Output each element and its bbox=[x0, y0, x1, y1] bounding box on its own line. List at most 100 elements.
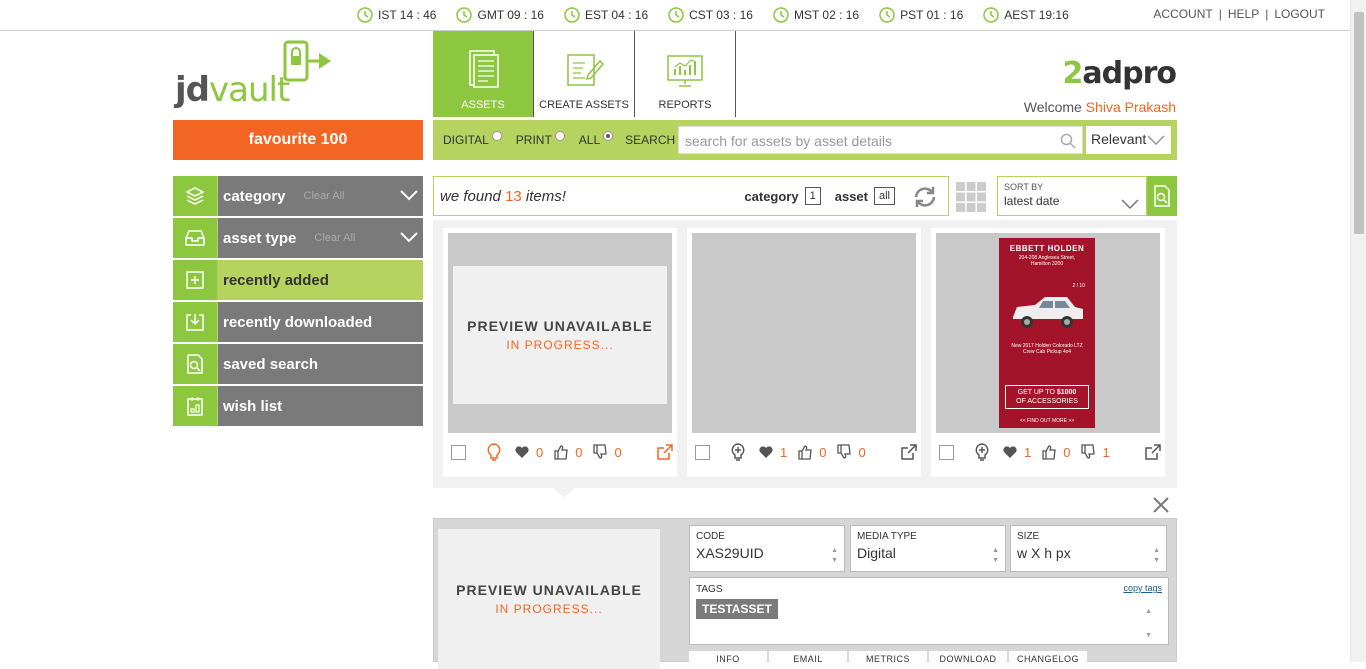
logout-link[interactable]: LOGOUT bbox=[1274, 7, 1325, 21]
category-filter-value[interactable]: 1 bbox=[804, 187, 821, 205]
asset-filter-value[interactable]: all bbox=[873, 187, 895, 205]
asset-thumbnail[interactable]: EBBETT HOLDEN 204-208 Anglesea Street, H… bbox=[936, 233, 1160, 433]
asset-thumbnail[interactable] bbox=[692, 233, 916, 433]
detail-preview: PREVIEW UNAVAILABLE IN PROGRESS... bbox=[438, 529, 660, 669]
sidebar-item-wish-list[interactable]: wish list bbox=[173, 386, 423, 428]
search-placeholder: search for assets by asset details bbox=[685, 133, 892, 149]
close-icon[interactable] bbox=[1152, 496, 1170, 514]
refresh-icon[interactable] bbox=[912, 185, 938, 209]
thumbs-down-icon[interactable] bbox=[1080, 444, 1096, 460]
sort-search-button[interactable] bbox=[1147, 176, 1177, 216]
scrollbar-thumb[interactable] bbox=[1354, 12, 1364, 234]
external-link-icon[interactable] bbox=[657, 444, 673, 460]
heart-icon[interactable] bbox=[1002, 445, 1018, 459]
ad-offer: GET UP TO $1000 OF ACCESSORIES bbox=[1005, 385, 1089, 409]
select-checkbox[interactable] bbox=[939, 444, 954, 460]
radio-print[interactable]: PRINT bbox=[516, 131, 565, 147]
thumbs-up-icon[interactable] bbox=[797, 444, 813, 460]
tab-assets[interactable]: ASSETS bbox=[433, 31, 534, 117]
help-link[interactable]: HELP bbox=[1228, 7, 1259, 21]
tab-reports[interactable]: REPORTS bbox=[635, 31, 736, 117]
external-link-icon[interactable] bbox=[1145, 444, 1161, 460]
search-doc-icon bbox=[1154, 185, 1170, 207]
thumbs-up-icon[interactable] bbox=[1041, 444, 1057, 460]
tab-create-assets[interactable]: CREATE ASSETS bbox=[534, 31, 635, 117]
radio-button[interactable] bbox=[603, 131, 614, 141]
bulb-plus-icon[interactable] bbox=[730, 442, 746, 462]
tab-email[interactable]: EMAIL bbox=[769, 651, 847, 665]
results-post: items! bbox=[525, 187, 566, 205]
preview-placeholder: PREVIEW UNAVAILABLE IN PROGRESS... bbox=[453, 266, 667, 404]
heart-icon[interactable] bbox=[758, 445, 774, 459]
ad-dealer: EBBETT HOLDEN bbox=[1009, 244, 1085, 253]
tag-chip[interactable]: TESTASSET bbox=[696, 599, 778, 619]
select-checkbox[interactable] bbox=[451, 444, 466, 460]
sidebar-item-category[interactable]: category Clear All bbox=[173, 176, 423, 218]
radio-button[interactable] bbox=[491, 131, 502, 141]
asset-card[interactable]: PREVIEW UNAVAILABLE IN PROGRESS... 0 0 0 bbox=[443, 228, 677, 477]
copy-tags-link[interactable]: copy tags bbox=[1123, 583, 1162, 593]
chevron-down-icon[interactable] bbox=[399, 230, 419, 244]
phone-lock-icon bbox=[283, 40, 331, 82]
account-link[interactable]: ACCOUNT bbox=[1153, 7, 1212, 21]
chevron-down-icon[interactable] bbox=[399, 188, 419, 202]
clear-all-link[interactable]: Clear All bbox=[304, 190, 345, 202]
field-value: XAS29UID bbox=[696, 545, 764, 561]
clock-pst: PST 01 : 16 bbox=[879, 7, 963, 23]
sidebar-item-label: recently downloaded bbox=[223, 313, 373, 331]
code-field[interactable]: CODE XAS29UID ▲ ▼ bbox=[689, 525, 845, 572]
jdvault-logo[interactable]: jdvault bbox=[175, 40, 345, 112]
bulb-icon[interactable] bbox=[486, 442, 502, 462]
spinner-arrows-icon[interactable]: ▲ ▼ bbox=[1153, 546, 1160, 566]
grid-view-icon[interactable] bbox=[956, 182, 986, 212]
asset-card[interactable]: 1 0 0 bbox=[687, 228, 921, 477]
favourite-button[interactable]: favourite 100 bbox=[173, 120, 423, 160]
tab-metrics[interactable]: METRICS bbox=[849, 651, 927, 665]
user-name[interactable]: Shiva Prakash bbox=[1086, 99, 1176, 115]
spinner-arrows-icon[interactable]: ▲ ▼ bbox=[992, 546, 999, 566]
external-link-icon[interactable] bbox=[901, 444, 917, 460]
tab-download[interactable]: DOWNLOAD bbox=[929, 651, 1007, 665]
asset-thumbnail[interactable]: PREVIEW UNAVAILABLE IN PROGRESS... bbox=[448, 233, 672, 433]
size-field[interactable]: SIZE w X h px ▲ ▼ bbox=[1010, 525, 1167, 572]
preview-unavailable-text: PREVIEW UNAVAILABLE bbox=[467, 318, 653, 334]
asset-card[interactable]: EBBETT HOLDEN 204-208 Anglesea Street, H… bbox=[931, 228, 1165, 477]
thumbs-down-icon[interactable] bbox=[836, 444, 852, 460]
radio-button[interactable] bbox=[554, 131, 565, 141]
sort-by-label: SORT BY bbox=[1004, 182, 1044, 192]
sidebar-item-saved-search[interactable]: saved search bbox=[173, 344, 423, 386]
tab-changelog[interactable]: CHANGELOG bbox=[1009, 651, 1087, 665]
sidebar-item-label: asset type bbox=[223, 229, 297, 247]
clear-all-link[interactable]: Clear All bbox=[314, 232, 355, 244]
tags-field[interactable]: TAGS copy tags TESTASSET ▲ ▼ bbox=[689, 577, 1169, 645]
ad-offer-pre: GET UP TO bbox=[1017, 389, 1055, 396]
radio-all[interactable]: ALL bbox=[578, 131, 614, 147]
page-scrollbar[interactable] bbox=[1350, 0, 1366, 662]
tab-info[interactable]: INFO bbox=[689, 651, 767, 665]
thumbs-down-icon[interactable] bbox=[592, 444, 608, 460]
radio-label: ALL bbox=[578, 133, 601, 147]
radio-digital[interactable]: DIGITAL bbox=[443, 131, 502, 147]
heart-icon[interactable] bbox=[514, 445, 530, 459]
bulb-plus-icon[interactable] bbox=[974, 442, 990, 462]
relevance-select[interactable]: Relevant bbox=[1086, 126, 1171, 154]
thumbs-up-icon[interactable] bbox=[553, 444, 569, 460]
search-input[interactable]: search for assets by asset details bbox=[678, 126, 1083, 154]
sidebar-item-recently-downloaded[interactable]: recently downloaded bbox=[173, 302, 423, 344]
spinner-arrows-icon[interactable]: ▲ ▼ bbox=[831, 546, 838, 566]
active-filters: category 1 asset all bbox=[744, 187, 903, 205]
sort-by-select[interactable]: SORT BY latest date bbox=[997, 176, 1147, 216]
top-bar: IST 14 : 46 GMT 09 : 16 EST 04 : 16 CST … bbox=[0, 0, 1350, 31]
media-type-field[interactable]: MEDIA TYPE Digital ▲ ▼ bbox=[850, 525, 1006, 572]
field-label: SIZE bbox=[1017, 531, 1040, 542]
sidebar-item-recently-added[interactable]: recently added bbox=[173, 260, 423, 302]
select-checkbox[interactable] bbox=[695, 444, 710, 460]
sidebar-item-asset-type[interactable]: asset type Clear All bbox=[173, 218, 423, 260]
spinner-arrows-icon[interactable]: ▲ ▼ bbox=[1145, 600, 1152, 648]
car-image bbox=[1013, 297, 1083, 328]
search-icon[interactable] bbox=[1060, 133, 1076, 149]
chevron-down-icon bbox=[1147, 135, 1165, 146]
detail-tabs: INFO EMAIL METRICS DOWNLOAD CHANGELOG bbox=[689, 651, 1087, 665]
heart-count: 1 bbox=[1024, 444, 1032, 460]
clock-label: CST 03 : 16 bbox=[689, 8, 753, 22]
